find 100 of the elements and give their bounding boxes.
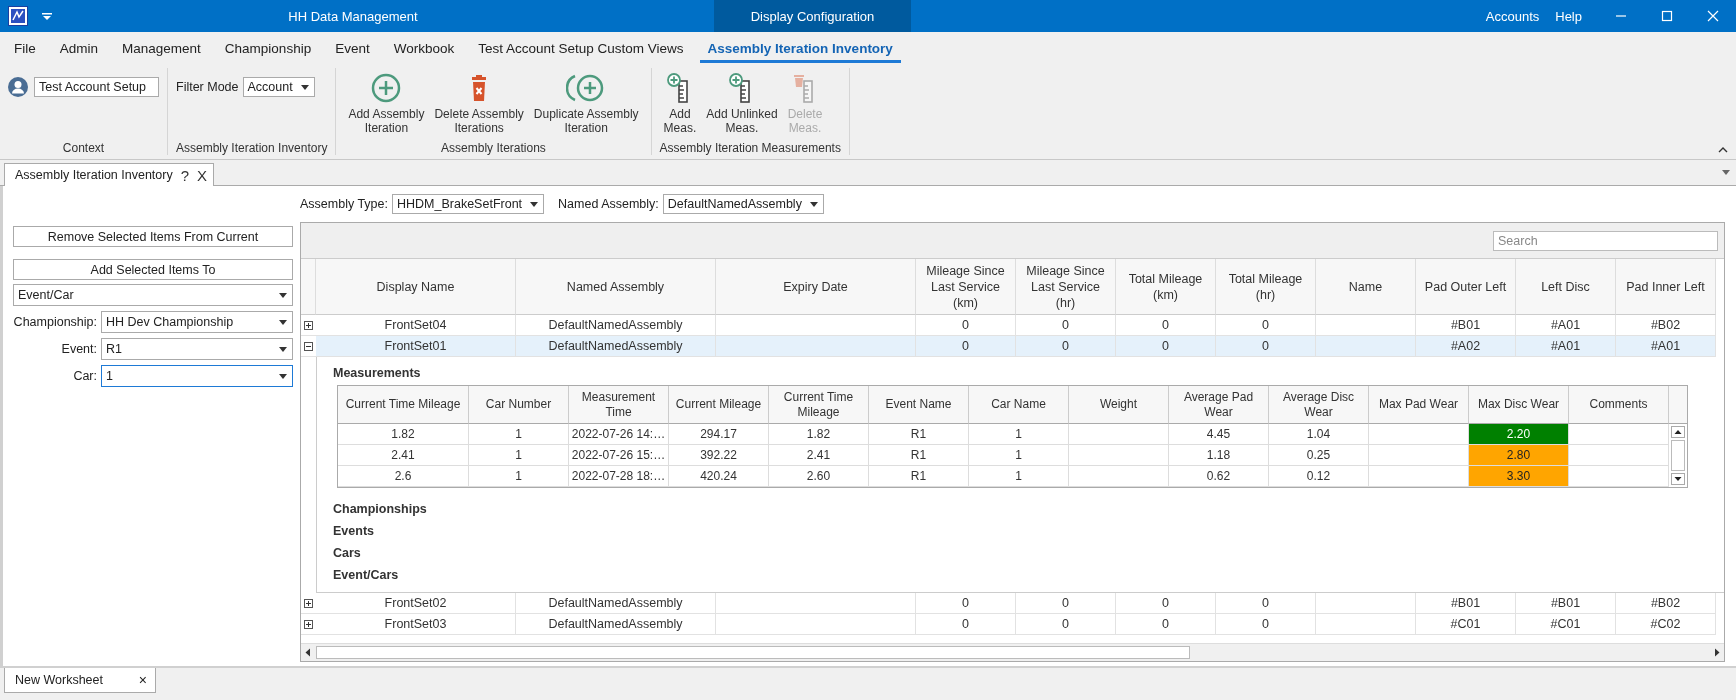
scroll-up-icon[interactable] (1671, 426, 1685, 438)
table-cell: 1 (469, 445, 569, 466)
column-header[interactable]: Pad Inner Left (1616, 259, 1716, 315)
menu-tab[interactable]: Admin (51, 35, 107, 63)
column-header[interactable]: Left Disc (1516, 259, 1616, 315)
column-header[interactable]: Car Number (469, 386, 569, 424)
column-header[interactable]: Total Mileage (hr) (1216, 259, 1316, 315)
column-header[interactable]: Current Time Mileage (338, 386, 469, 424)
selection-dropdown[interactable]: 1 (101, 365, 293, 387)
section-title: Measurements (333, 365, 422, 382)
ribbon-button[interactable]: Delete Assembly Iterations (430, 72, 528, 135)
table-cell: 0.12 (1269, 466, 1369, 487)
table-cell: #A01 (1616, 336, 1716, 357)
table-cell: 0 (1116, 593, 1216, 614)
menu-tab[interactable]: File (6, 35, 44, 63)
column-header[interactable]: Comments (1569, 386, 1669, 424)
scrollbar-thumb[interactable] (1671, 440, 1685, 471)
ribbon-group-label: Context (61, 141, 106, 155)
field-label: Championship: (13, 315, 98, 329)
column-header[interactable]: Named Assembly (516, 259, 716, 315)
table-cell: 2.80 (1469, 445, 1569, 466)
table-cell: 1 (469, 424, 569, 445)
column-header[interactable]: Measurement Time (569, 386, 669, 424)
filter-dropdown[interactable]: HHDM_BrakeSetFront (392, 194, 545, 214)
ribbon-button[interactable]: Add Unlinked Meas. (702, 72, 782, 135)
menu-tab[interactable]: Workbook (385, 35, 463, 63)
filter-dropdown[interactable]: DefaultNamedAssembly (662, 194, 824, 214)
table-cell: 0 (1216, 336, 1316, 357)
app-logo-icon (8, 6, 28, 26)
action-button[interactable]: Remove Selected Items From Current (13, 226, 293, 247)
column-header[interactable]: Mileage Since Last Service (hr) (1016, 259, 1116, 315)
title-bar-link[interactable]: Help (1555, 8, 1582, 24)
table-cell: #B01 (1416, 593, 1516, 614)
column-header[interactable]: Weight (1069, 386, 1169, 424)
table-cell: R1 (869, 445, 969, 466)
filter-mode-dropdown[interactable]: Account (242, 77, 315, 97)
menu-tab[interactable]: Assembly Iteration Inventory (699, 35, 901, 63)
table-cell: 0 (1116, 336, 1216, 357)
close-tab-button[interactable]: × (138, 672, 147, 688)
table-cell: DefaultNamedAssembly (516, 336, 716, 357)
close-icon[interactable] (1707, 10, 1719, 22)
column-header[interactable]: Total Mileage (km) (1116, 259, 1216, 315)
ribbon-group-label: Assembly Iterations (440, 141, 547, 155)
table-cell: 0 (916, 593, 1016, 614)
scroll-right-icon[interactable] (1713, 648, 1721, 657)
menu-tab[interactable]: Test Account Setup Custom Views (470, 35, 692, 63)
collapse-ribbon-icon[interactable] (1718, 147, 1728, 153)
help-button[interactable]: ? (180, 166, 190, 184)
expand-icon[interactable] (304, 619, 313, 629)
account-dropdown[interactable]: Test Account Setup (34, 77, 159, 97)
collapse-icon[interactable] (304, 341, 313, 351)
target-dropdown[interactable]: Event/Car (13, 284, 293, 306)
column-header[interactable]: Max Disc Wear (1469, 386, 1569, 424)
ribbon-button[interactable]: Add Meas. (659, 72, 701, 135)
table-cell: #A01 (1516, 336, 1616, 357)
action-button[interactable]: Add Selected Items To (13, 259, 293, 280)
scrollbar-thumb[interactable] (316, 646, 1190, 659)
expand-icon[interactable] (304, 598, 313, 608)
menu-tab[interactable]: Championship (216, 35, 320, 63)
tab-list-caret-icon[interactable] (1722, 170, 1730, 175)
column-header[interactable]: Average Disc Wear (1269, 386, 1369, 424)
title-bar-link[interactable]: Accounts (1485, 8, 1540, 24)
window-title: HH Data Management (287, 8, 419, 24)
ribbon-button[interactable]: Add Assembly Iteration (344, 72, 429, 135)
close-tab-button[interactable]: X (197, 166, 208, 184)
worksheet-tab[interactable]: New Worksheet × (4, 668, 156, 693)
column-header[interactable]: Average Pad Wear (1169, 386, 1269, 424)
column-header[interactable]: Car Name (969, 386, 1069, 424)
table-cell: 0 (916, 336, 1016, 357)
column-header[interactable]: Mileage Since Last Service (km) (916, 259, 1016, 315)
selection-dropdown[interactable]: R1 (101, 338, 293, 360)
expand-icon[interactable] (304, 320, 313, 330)
ribbon-button[interactable]: Duplicate Assembly Iteration (529, 72, 643, 135)
user-icon (8, 77, 28, 97)
column-header[interactable]: Event Name (869, 386, 969, 424)
column-header[interactable]: Expiry Date (716, 259, 916, 315)
search-field[interactable]: Search (1493, 230, 1718, 251)
section-title: Event/Cars (333, 567, 400, 584)
scroll-left-icon[interactable] (304, 648, 312, 657)
table-cell: 2022-07-26 15:… (569, 445, 669, 466)
table-cell: 0 (1216, 593, 1316, 614)
menu-tab[interactable]: Management (114, 35, 209, 63)
column-header[interactable]: Display Name (316, 259, 516, 315)
table-cell: 1.18 (1169, 445, 1269, 466)
menu-tab[interactable]: Event (327, 35, 378, 63)
table-cell: FrontSet01 (316, 336, 516, 357)
column-header[interactable]: Name (1316, 259, 1416, 315)
table-cell: #A02 (1416, 336, 1516, 357)
column-header[interactable]: Pad Outer Left (1416, 259, 1516, 315)
quick-access-caret-icon[interactable] (42, 12, 52, 20)
table-cell: R1 (869, 424, 969, 445)
scroll-down-icon[interactable] (1671, 473, 1685, 485)
table-cell: 0 (1216, 614, 1316, 635)
column-header[interactable]: Current Time Mileage (769, 386, 869, 424)
selection-dropdown[interactable]: HH Dev Championship (101, 311, 293, 333)
column-header[interactable]: Max Pad Wear (1369, 386, 1469, 424)
caret-icon (300, 84, 309, 90)
column-header[interactable]: Current Mileage (669, 386, 769, 424)
maximize-icon[interactable] (1661, 10, 1673, 22)
document-tab[interactable]: Assembly Iteration Inventory ? X (4, 163, 215, 186)
